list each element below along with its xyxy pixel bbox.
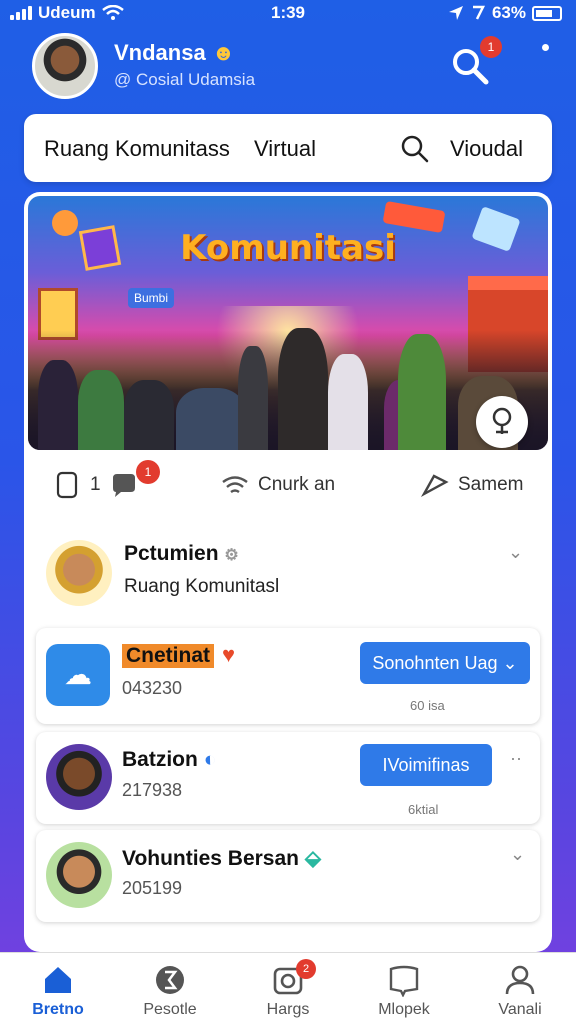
comment-badge: 1 <box>136 460 160 484</box>
action-row: 1 1 Cnurk an Samem <box>24 454 552 520</box>
avatar[interactable] <box>46 540 112 606</box>
nav-camera[interactable]: 2 Hargs <box>240 959 336 1019</box>
globe-icon <box>156 966 184 994</box>
verified-icon: ◐ <box>203 748 217 771</box>
list-item[interactable]: ☁ Cnetinat ♥ 043230 Sonohnten Uag ⌄ 60 i… <box>36 628 540 724</box>
at-icon: @ <box>114 70 132 89</box>
feed-name: Vohunties Bersan ⬙ <box>122 847 321 870</box>
feed-number: 205199 <box>122 878 183 898</box>
feed-number: 217938 <box>122 780 183 800</box>
battery-percent: 63% <box>491 3 526 22</box>
profile-header: Vndansa ☻ @ Cosial Udamsia 1 <box>0 30 576 106</box>
share-label: Cnurk an <box>258 474 336 495</box>
status-bar: Udeum 1:39 63% <box>0 0 576 26</box>
chevron-down-icon[interactable]: ⌄ <box>510 844 525 865</box>
nav-label: Mlopek <box>378 1001 430 1018</box>
search-tag-middle: Virtual <box>254 136 316 161</box>
nav-label: Hargs <box>266 1001 310 1018</box>
nav-label: Pesotle <box>143 1001 197 1018</box>
user-name: Vndansa ☻ <box>114 40 235 65</box>
chat-app-icon: ☁ <box>46 644 110 706</box>
search-tag-left: Ruang Komunitass <box>44 136 230 161</box>
verified-icon: ⬙ <box>304 847 321 870</box>
nav-home[interactable]: Bretno <box>10 963 106 1019</box>
avatar[interactable] <box>46 842 112 908</box>
feed-meta: 60 isa <box>410 698 445 713</box>
bookmark-icon <box>56 471 78 499</box>
chevron-down-icon: ⌄ <box>502 653 518 673</box>
wifi-share-icon <box>222 476 248 493</box>
avatar[interactable] <box>32 33 98 99</box>
feed-name: Batzion ◐ <box>122 748 217 771</box>
hero-sign: Bumbi <box>128 288 175 308</box>
list-item[interactable]: Batzion ◐ 217938 IVoimifinas ·· 6ktial <box>36 732 540 824</box>
frame-icon <box>78 225 122 271</box>
comment-action[interactable]: 1 <box>52 470 139 500</box>
join-button[interactable]: Sonohnten Uag ⌄ <box>360 642 530 684</box>
avatar[interactable] <box>46 744 112 810</box>
crowd-illustration <box>28 328 548 450</box>
community-card: Komunitasi Bumbi 1 1 Cnurk an Samem Pctu… <box>24 192 552 952</box>
feed-name: Cnetinat <box>122 644 214 668</box>
share-action[interactable]: Cnurk an <box>220 470 335 500</box>
nav-book[interactable]: Mlopek <box>356 963 452 1019</box>
sticker-icon <box>52 210 78 236</box>
list-item[interactable]: Vohunties Bersan ⬙ 205199 ⌄ <box>36 830 540 922</box>
notification-badge: 1 <box>480 36 502 58</box>
send-icon <box>420 474 449 498</box>
battery-icon <box>532 5 562 21</box>
heart-icon: ♥ <box>222 642 236 667</box>
follow-button[interactable]: IVoimifinas <box>360 744 492 786</box>
gear-icon: ⚙ <box>224 547 239 564</box>
more-icon[interactable]: ·· <box>510 748 522 769</box>
nav-explore[interactable]: Pesotle <box>122 963 218 1019</box>
nav-profile[interactable]: Vanali <box>472 963 568 1019</box>
bottom-nav: Bretno Pesotle 2 Hargs Mlopek Vanali <box>0 952 576 1024</box>
location-pin-button[interactable] <box>476 396 528 448</box>
hero-image[interactable]: Komunitasi Bumbi <box>28 196 548 450</box>
list-item[interactable]: Pctumien ⚙ Ruang Komunitasl ⌄ <box>24 522 552 626</box>
smile-emoji-icon: ☻ <box>211 40 235 65</box>
nav-badge: 2 <box>296 959 316 979</box>
user-subtitle: @ Cosial Udamsia <box>114 70 256 89</box>
chat-bubble-icon <box>112 474 135 497</box>
comment-count: 1 <box>90 474 101 495</box>
feed-meta: 6ktial <box>408 802 439 817</box>
location-pin-icon <box>492 407 512 434</box>
location-icon <box>448 6 463 20</box>
more-icon[interactable] <box>542 44 549 51</box>
profile-icon <box>505 965 535 995</box>
nav-label: Bretno <box>32 1001 84 1018</box>
alarm-icon <box>472 5 485 20</box>
chevron-down-icon[interactable]: ⌄ <box>508 542 523 563</box>
search-bar[interactable]: Ruang Komunitass Virtual Vioudal <box>24 114 552 182</box>
search-tag-right: Vioudal <box>450 136 523 161</box>
send-action[interactable]: Samem <box>420 470 523 500</box>
nav-label: Vanali <box>498 1001 542 1018</box>
book-icon <box>389 965 419 997</box>
feed-subtitle: Ruang Komunitasl <box>124 576 280 597</box>
feed-name: Pctumien ⚙ <box>124 542 239 565</box>
feed-number: 043230 <box>122 678 183 698</box>
send-label: Samem <box>458 474 524 495</box>
search-icon[interactable] <box>400 134 430 164</box>
home-icon <box>45 967 71 993</box>
